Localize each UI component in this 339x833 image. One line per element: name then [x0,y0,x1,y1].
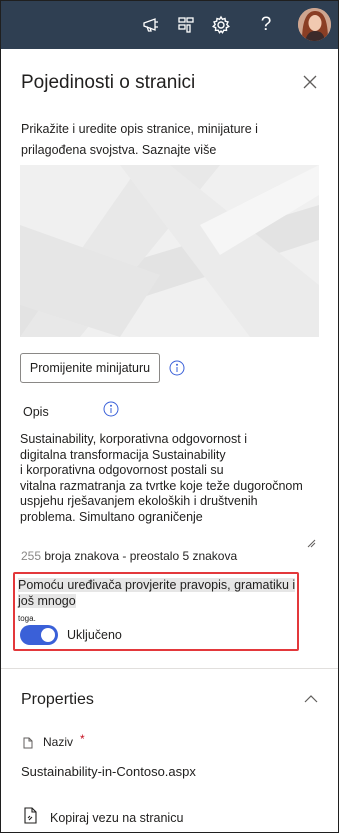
section-divider [1,668,338,669]
avatar[interactable] [298,8,331,41]
gear-icon[interactable] [209,13,233,37]
properties-title: Properties [21,691,94,708]
page-details-panel: ? Pojedinosti o stranici Prikažite i ure… [0,0,339,833]
character-count-number: 255 [21,549,42,563]
chevron-up-icon[interactable] [304,691,318,703]
help-icon[interactable]: ? [254,13,278,37]
required-marker: * [80,732,85,746]
description-textarea[interactable]: Sustainability, korporativna odgovornost… [20,432,318,547]
megaphone-icon[interactable] [139,13,163,37]
character-count-text: broja znakova - preostalo 5 znakova [44,549,238,563]
learn-more-link[interactable]: Saznajte više [142,143,216,157]
description-info-icon[interactable] [103,401,119,417]
change-thumbnail-button[interactable]: Promijenite minijaturu [20,353,160,383]
thumbnail-preview [20,165,319,337]
copy-link-button[interactable]: Kopiraj vezu na stranicu [50,811,183,825]
intro-description: Prikažite i uredite opis stranice, minij… [21,122,258,157]
close-icon[interactable] [301,73,319,91]
app-launcher-icon[interactable] [174,13,198,37]
file-name-value[interactable]: Sustainability-in-Contoso.aspx [21,764,196,779]
character-count: 255 broja znakova - preostalo 5 znakova [21,549,237,563]
name-label: Naziv [43,735,74,749]
description-label: Opis [23,405,49,419]
panel-title: Pojedinosti o stranici [21,72,196,93]
document-icon [23,736,33,749]
top-bar: ? [1,1,338,49]
intro-text: Prikažite i uredite opis stranice, minij… [21,119,311,161]
highlight-box [13,572,299,651]
copy-link-icon[interactable] [24,807,37,824]
resize-handle-icon[interactable] [306,535,316,548]
info-icon[interactable] [169,360,185,376]
